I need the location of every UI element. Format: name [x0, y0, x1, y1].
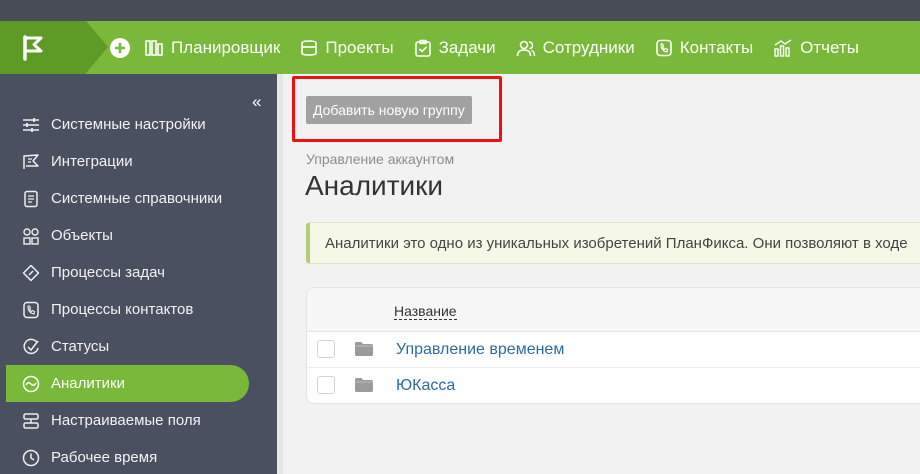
- column-header-name[interactable]: Название: [394, 304, 457, 320]
- sidebar-item-integrations[interactable]: Интеграции: [6, 143, 249, 180]
- table-row[interactable]: Управление временем: [307, 332, 920, 368]
- contacts-icon: [655, 39, 672, 56]
- flag-logo-icon: [23, 34, 43, 61]
- sidebar-item-label: Настраиваемые поля: [51, 412, 201, 429]
- nav-tasks-label: Задачи: [438, 37, 496, 57]
- nav-contacts[interactable]: Контакты: [655, 38, 753, 58]
- page-title: Аналитики: [305, 170, 444, 201]
- sidebar-item-statuses[interactable]: Статусы: [6, 328, 249, 365]
- sliders-icon: [23, 117, 39, 132]
- nav-tasks[interactable]: Задачи: [414, 38, 496, 58]
- statuses-icon: [23, 338, 39, 354]
- directory-icon: [24, 190, 38, 207]
- info-text: Аналитики это одно из уникальных изобрет…: [325, 234, 908, 252]
- nav-reports[interactable]: Отчеты: [773, 38, 859, 58]
- nav-planner-label: Планировщик: [171, 37, 281, 57]
- custom-fields-icon: [23, 412, 39, 429]
- info-banner: Аналитики это одно из уникальных изобрет…: [306, 222, 920, 264]
- sidebar-item-label: Интеграции: [51, 153, 133, 170]
- task-process-icon: [22, 264, 40, 281]
- nav-employees[interactable]: Сотрудники: [516, 38, 635, 58]
- folder-icon: [355, 378, 373, 392]
- sidebar-item-label: Аналитики: [51, 375, 125, 392]
- sidebar-item-label: Рабочее время: [51, 449, 158, 466]
- nav-contacts-label: Контакты: [679, 37, 754, 57]
- analytics-icon: [22, 375, 40, 392]
- os-top-strip: [0, 0, 920, 21]
- sidebar-item-label: Процессы задач: [51, 264, 165, 281]
- tasks-icon: [414, 39, 431, 57]
- sidebar-item-system-settings[interactable]: Системные настройки: [6, 106, 249, 143]
- main-content: Добавить новую группу Управление аккаунт…: [283, 74, 920, 474]
- logo[interactable]: [0, 21, 108, 74]
- plus-icon: [115, 42, 125, 53]
- sidebar-item-label: Объекты: [51, 227, 113, 244]
- group-link[interactable]: ЮКасса: [396, 377, 455, 395]
- planner-icon: [145, 39, 163, 56]
- sidebar-item-label: Статусы: [51, 338, 110, 355]
- nav-projects-label: Проекты: [325, 37, 394, 57]
- breadcrumb[interactable]: Управление аккаунтом: [306, 151, 454, 167]
- row-checkbox[interactable]: [317, 340, 335, 358]
- sidebar-item-analytics[interactable]: Аналитики: [6, 365, 249, 402]
- clock-icon: [22, 449, 40, 466]
- objects-icon: [23, 227, 39, 245]
- integrations-icon: [23, 153, 39, 169]
- sidebar-item-objects[interactable]: Объекты: [6, 217, 249, 254]
- folder-icon: [355, 342, 373, 356]
- nav-projects[interactable]: Проекты: [300, 37, 394, 58]
- table-row[interactable]: ЮКасса: [307, 368, 920, 403]
- table-header: Название: [307, 288, 920, 332]
- add-group-button[interactable]: Добавить новую группу: [306, 96, 472, 124]
- nav-employees-label: Сотрудники: [542, 37, 635, 57]
- group-link[interactable]: Управление временем: [396, 341, 564, 359]
- row-checkbox[interactable]: [317, 376, 335, 394]
- analytics-groups-table: Название Управление временем ЮКасса: [306, 287, 920, 404]
- sidebar: « Системные настройки Интеграции Системн…: [0, 74, 277, 474]
- contact-process-icon: [23, 301, 39, 318]
- collapse-sidebar-icon[interactable]: «: [252, 92, 261, 112]
- sidebar-item-system-directories[interactable]: Системные справочники: [6, 180, 249, 217]
- sidebar-item-custom-fields[interactable]: Настраиваемые поля: [6, 402, 249, 439]
- sidebar-item-task-processes[interactable]: Процессы задач: [6, 254, 249, 291]
- sidebar-item-label: Системные справочники: [51, 190, 223, 207]
- top-navbar: Планировщик Проекты Задачи Сотрудники Ко…: [0, 21, 920, 74]
- projects-icon: [301, 39, 318, 56]
- sidebar-item-label: Процессы контактов: [51, 301, 194, 318]
- add-new-button[interactable]: [110, 37, 130, 58]
- nav-planner[interactable]: Планировщик: [144, 38, 280, 58]
- nav-reports-label: Отчеты: [800, 37, 859, 57]
- sidebar-item-working-time[interactable]: Рабочее время: [6, 439, 249, 474]
- sidebar-list: Системные настройки Интеграции Системные…: [6, 106, 249, 474]
- reports-icon: [774, 38, 792, 57]
- sidebar-item-contact-processes[interactable]: Процессы контактов: [6, 291, 249, 328]
- employees-icon: [516, 40, 535, 56]
- sidebar-item-label: Системные настройки: [51, 116, 206, 133]
